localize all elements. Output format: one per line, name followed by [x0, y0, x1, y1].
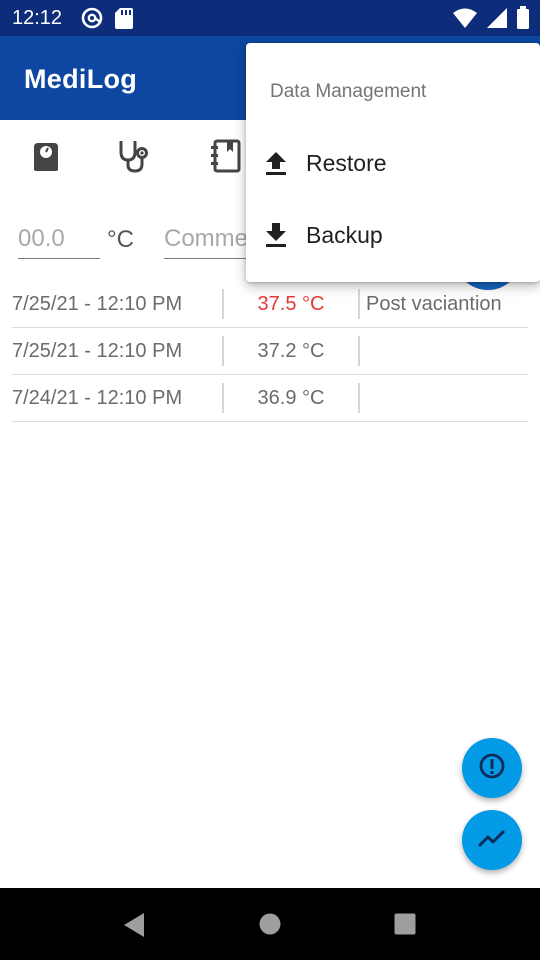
wifi-icon	[452, 7, 478, 34]
menu-item-restore[interactable]: Restore	[246, 130, 540, 196]
column-divider	[358, 383, 360, 413]
row-date: 7/25/21 - 12:10 PM	[12, 340, 183, 362]
signal-icon	[486, 7, 508, 34]
chart-button[interactable]	[462, 810, 522, 870]
info-button[interactable]	[462, 738, 522, 798]
row-date: 7/24/21 - 12:10 PM	[12, 387, 183, 409]
menu-item-label: Restore	[306, 150, 387, 176]
column-divider	[358, 336, 360, 366]
temperature-input[interactable]	[18, 220, 100, 259]
column-divider	[358, 289, 360, 319]
back-icon[interactable]	[122, 912, 146, 943]
sd-card-icon	[114, 6, 134, 35]
system-nav-bar	[0, 888, 540, 960]
trending-icon	[477, 826, 507, 855]
data-management-menu: Data Management Restore Backup	[246, 43, 540, 282]
temperature-log-table: 7/25/21 - 12:10 PM 37.5 °C Post vacianti…	[12, 281, 528, 422]
at-sign-icon	[80, 6, 104, 35]
info-icon	[478, 752, 506, 785]
status-time: 12:12	[12, 7, 63, 29]
home-icon[interactable]	[259, 913, 281, 940]
download-icon	[263, 222, 289, 248]
weight-scale-icon[interactable]	[26, 136, 66, 176]
unit-label: °C	[107, 226, 134, 253]
status-bar: 12:12	[0, 0, 540, 36]
battery-icon	[516, 6, 530, 35]
stethoscope-icon[interactable]	[114, 136, 154, 176]
row-temperature: 37.5 °C	[257, 293, 325, 315]
menu-item-label: Backup	[306, 222, 383, 248]
menu-header: Data Management	[270, 81, 427, 102]
table-row[interactable]: 7/24/21 - 12:10 PM 36.9 °C	[12, 375, 528, 422]
table-row[interactable]: 7/25/21 - 12:10 PM 37.5 °C Post vacianti…	[12, 281, 528, 328]
row-temperature: 37.2 °C	[257, 340, 325, 362]
recents-icon[interactable]	[394, 913, 416, 940]
row-date: 7/25/21 - 12:10 PM	[12, 293, 183, 315]
app-title: MediLog	[24, 64, 138, 94]
row-temperature: 36.9 °C	[257, 387, 325, 409]
notebook-icon[interactable]	[206, 136, 246, 176]
table-row[interactable]: 7/25/21 - 12:10 PM 37.2 °C	[12, 328, 528, 375]
menu-item-backup[interactable]: Backup	[246, 202, 540, 268]
upload-icon	[263, 150, 289, 176]
row-comment: Post vaciantion	[366, 293, 502, 315]
